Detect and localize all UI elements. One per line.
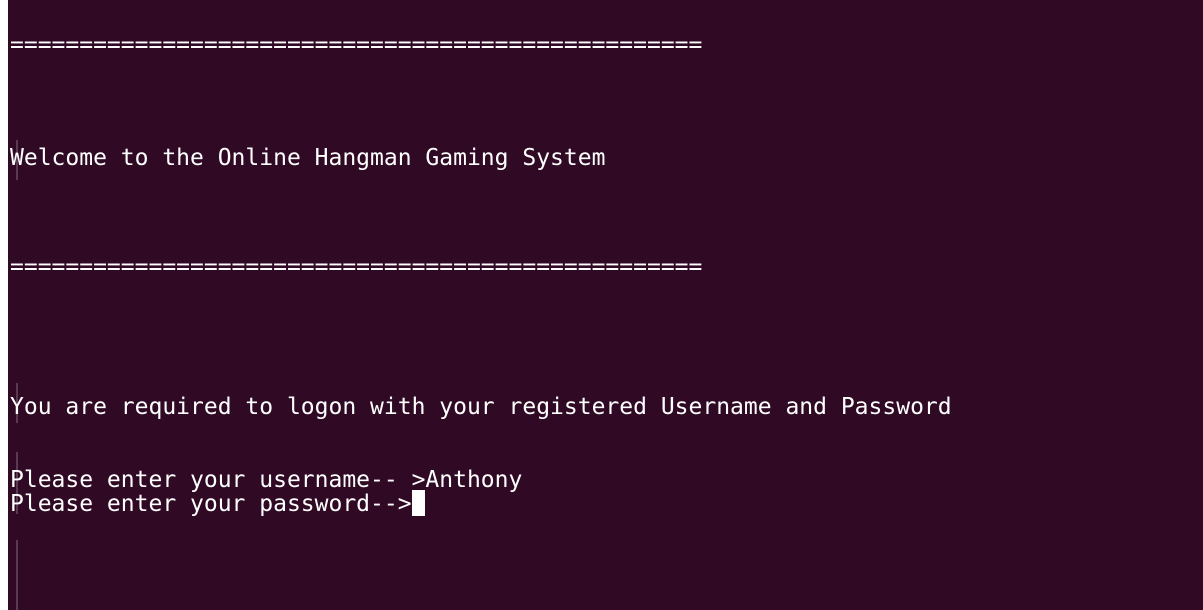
logon-instruction: You are required to logon with your regi… (10, 394, 952, 420)
terminal-edge-mark (16, 540, 18, 610)
terminal-window[interactable]: ========================================… (8, 0, 1203, 610)
password-line: Please enter your password--> (10, 489, 425, 519)
separator-bottom: ========================================… (10, 254, 703, 280)
username-input[interactable]: Anthony (425, 467, 522, 493)
separator-top: ========================================… (10, 32, 703, 58)
text-cursor (411, 490, 425, 516)
welcome-heading: Welcome to the Online Hangman Gaming Sys… (10, 145, 606, 171)
password-prompt: Please enter your password--> (10, 491, 412, 517)
